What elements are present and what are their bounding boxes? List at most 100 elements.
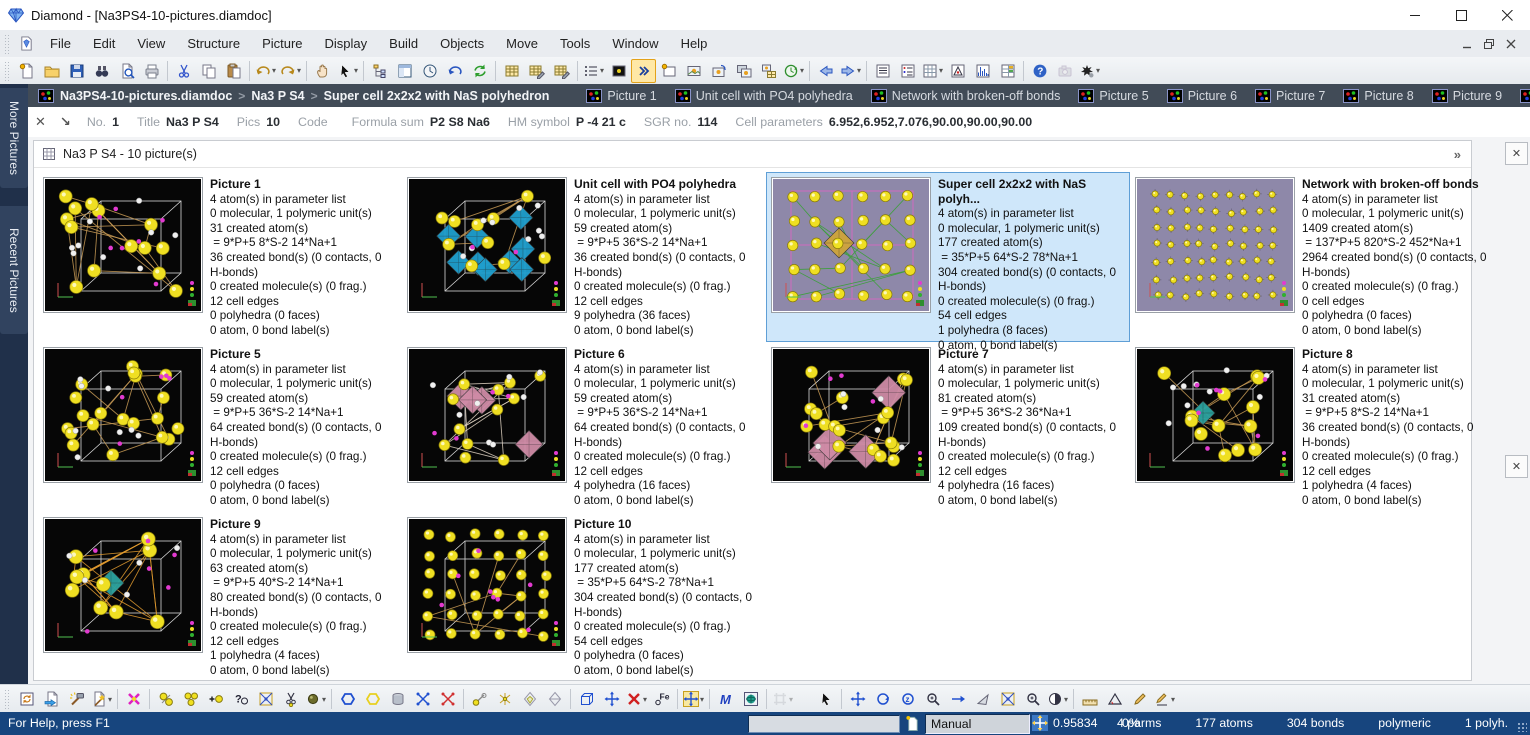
tools-menu-dropdown-icon[interactable]: ▾ xyxy=(1096,66,1100,75)
measure-distance-button[interactable] xyxy=(1077,687,1102,711)
delete-objects-dropdown-icon[interactable]: ▾ xyxy=(643,695,647,704)
molecule-mode-button[interactable]: M xyxy=(713,687,738,711)
destroy-all-button[interactable] xyxy=(121,687,146,711)
find-button[interactable] xyxy=(89,59,114,83)
rotate-tool-button[interactable] xyxy=(870,687,895,711)
menu-item-tools[interactable]: Tools xyxy=(549,31,601,56)
menu-item-picture[interactable]: Picture xyxy=(251,31,313,56)
toolbar-grip[interactable] xyxy=(4,689,11,709)
measure-more-dropdown-icon[interactable]: ▾ xyxy=(1171,695,1175,704)
distances-view-button[interactable] xyxy=(945,59,970,83)
save-document-button[interactable] xyxy=(64,59,89,83)
picture-tab[interactable]: Picture 10 xyxy=(1511,84,1530,107)
navigate-back-button[interactable] xyxy=(813,59,838,83)
picture-item[interactable]: Picture 84 atom(s) in parameter list0 mo… xyxy=(1130,342,1494,512)
wedge-tool-button[interactable] xyxy=(970,687,995,711)
breadcrumb-segment[interactable]: Super cell 2x2x2 with NaS polyhedron xyxy=(324,89,550,103)
picture-thumbnail[interactable] xyxy=(1135,347,1295,483)
add-atom-button[interactable] xyxy=(153,687,178,711)
navigation-tree-button[interactable] xyxy=(367,59,392,83)
close-record-icon[interactable]: ✕ xyxy=(35,114,46,130)
update-picture-button[interactable] xyxy=(706,59,731,83)
recenter-dropdown-icon[interactable]: ▾ xyxy=(700,695,704,704)
polyhedron-outline-button[interactable] xyxy=(517,687,542,711)
picture-wizard-button[interactable]: ▾ xyxy=(89,687,114,711)
picture-item-selected[interactable]: Super cell 2x2x2 with NaS polyh...4 atom… xyxy=(766,172,1130,342)
properties-pane-button[interactable] xyxy=(392,59,417,83)
picture-tab[interactable]: Picture 7 xyxy=(1246,84,1334,107)
menu-item-objects[interactable]: Objects xyxy=(429,31,495,56)
lattice-tool-button[interactable] xyxy=(995,687,1020,711)
break-bonds-button[interactable] xyxy=(278,687,303,711)
powder-pattern-button[interactable] xyxy=(970,59,995,83)
move-tool-button[interactable] xyxy=(845,687,870,711)
duplicate-picture-button[interactable] xyxy=(731,59,756,83)
select-mode-button[interactable]: ▾ xyxy=(335,59,360,83)
picture-thumbnail[interactable] xyxy=(407,177,567,313)
close-button[interactable] xyxy=(1484,0,1530,30)
close-pane-button[interactable]: ✕ xyxy=(1505,455,1528,478)
delete-objects-button[interactable]: ▾ xyxy=(624,687,649,711)
new-picture-button[interactable] xyxy=(656,59,681,83)
picture-item[interactable]: Unit cell with PO4 polyhedra4 atom(s) in… xyxy=(402,172,766,342)
history-pane-button[interactable] xyxy=(417,59,442,83)
disconnect-lattice-button[interactable] xyxy=(435,687,460,711)
breadcrumb-segment[interactable]: Na3PS4-10-pictures.diamdoc xyxy=(60,89,232,103)
menu-item-structure[interactable]: Structure xyxy=(176,31,251,56)
minimize-button[interactable] xyxy=(1392,0,1438,30)
global-view-button[interactable] xyxy=(738,687,763,711)
sketch-pencil-button[interactable] xyxy=(1127,687,1152,711)
navigate-forward-dropdown-icon[interactable]: ▾ xyxy=(857,66,861,75)
picture-item[interactable]: Picture 64 atom(s) in parameter list0 mo… xyxy=(402,342,766,512)
edit-table-2-button[interactable] xyxy=(549,59,574,83)
goto-record-icon[interactable]: ↘ xyxy=(60,114,71,130)
polyhedron-create-button[interactable] xyxy=(542,687,567,711)
mdi-minimize-icon[interactable] xyxy=(1458,36,1476,52)
maximize-button[interactable] xyxy=(1438,0,1484,30)
resize-grip[interactable] xyxy=(1517,722,1527,732)
breadcrumb-segment[interactable]: Na3 P S4 xyxy=(251,89,304,103)
viewing-direction-tool-dropdown-icon[interactable]: ▾ xyxy=(1064,695,1068,704)
menu-item-window[interactable]: Window xyxy=(601,31,669,56)
more-pictures-button[interactable] xyxy=(631,59,656,83)
insert-atom-button[interactable] xyxy=(203,687,228,711)
copy-picture-button[interactable] xyxy=(681,59,706,83)
update-structure-button[interactable] xyxy=(14,687,39,711)
picture-thumbnail[interactable] xyxy=(43,517,203,653)
atom-design-button[interactable]: ▾ xyxy=(303,687,328,711)
select-tool-button[interactable] xyxy=(813,687,838,711)
measure-more-button[interactable]: ▾ xyxy=(1152,687,1177,711)
pan-mode-button[interactable] xyxy=(310,59,335,83)
new-table-button[interactable] xyxy=(499,59,524,83)
viewing-direction-tool-button[interactable]: ▾ xyxy=(1045,687,1070,711)
mode-select[interactable]: Manual xyxy=(925,714,1030,734)
atom-design-dropdown-icon[interactable]: ▾ xyxy=(322,695,326,704)
picture-thumbnail[interactable] xyxy=(771,347,931,483)
undo-dropdown-icon[interactable]: ▾ xyxy=(272,66,276,75)
picture-tab[interactable]: Picture 9 xyxy=(1423,84,1511,107)
picture-item[interactable]: Network with broken-off bonds4 atom(s) i… xyxy=(1130,172,1494,342)
print-preview-button[interactable] xyxy=(114,59,139,83)
packing-button[interactable] xyxy=(385,687,410,711)
recenter-button[interactable]: ▾ xyxy=(681,687,706,711)
picture-item[interactable]: Picture 54 atom(s) in parameter list0 mo… xyxy=(38,342,402,512)
table-view-dropdown-icon[interactable]: ▾ xyxy=(939,66,943,75)
list-options-dropdown-icon[interactable]: ▾ xyxy=(600,66,604,75)
picture-history-button[interactable]: ▾ xyxy=(781,59,806,83)
help-button[interactable]: ? xyxy=(1027,59,1052,83)
zoom-tool-button[interactable] xyxy=(920,687,945,711)
table-view-button[interactable]: ▾ xyxy=(920,59,945,83)
close-pane-button[interactable]: ✕ xyxy=(1505,142,1528,165)
shift-tool-button[interactable] xyxy=(945,687,970,711)
picture-thumbnail[interactable] xyxy=(407,517,567,653)
build-wizard-button[interactable] xyxy=(64,687,89,711)
picture-thumbnail[interactable] xyxy=(43,177,203,313)
picture-thumbnail[interactable] xyxy=(1135,177,1295,313)
redo-button[interactable]: ▾ xyxy=(278,59,303,83)
picture-item[interactable]: Picture 74 atom(s) in parameter list0 mo… xyxy=(766,342,1130,512)
magnify-tool-button[interactable] xyxy=(1020,687,1045,711)
menu-item-edit[interactable]: Edit xyxy=(82,31,126,56)
new-document-button[interactable] xyxy=(14,59,39,83)
apply-to-picture-button[interactable] xyxy=(39,687,64,711)
menu-item-view[interactable]: View xyxy=(126,31,176,56)
